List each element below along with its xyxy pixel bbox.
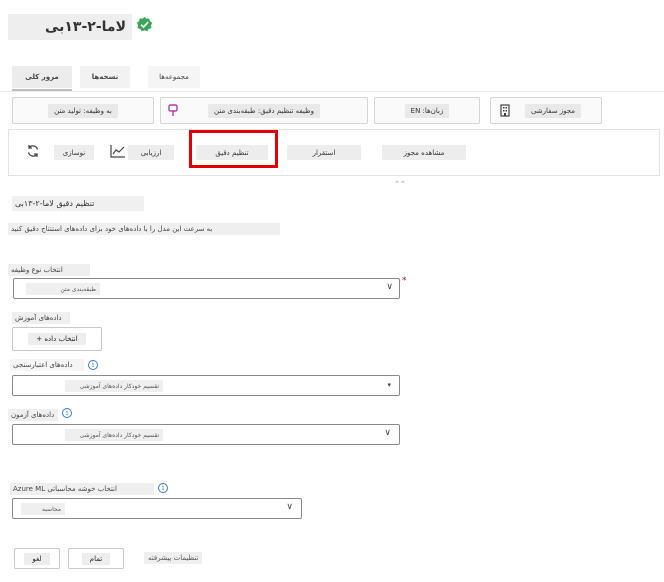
evaluate-button[interactable]: ارزیابی [128,145,174,160]
cancel-button[interactable]: لغو [14,548,60,569]
page-title: لاما-۲-۱۳بی [44,19,126,35]
required-asterisk: * [402,276,407,286]
info-icon[interactable]: i [62,408,72,418]
task-type-select[interactable]: طبقه‌بندی متن ∨ [13,278,400,299]
select-train-data-button[interactable]: + انتخاب داده [12,327,102,351]
plug-icon [168,104,178,116]
license-card: مجوز سفارشی [490,97,602,124]
chevron-down-icon: ▾ [387,381,391,389]
info-icon[interactable]: i [88,360,98,370]
building-icon [500,104,510,117]
deploy-button[interactable]: استقرار [287,145,361,160]
highlight-box [189,130,278,168]
compute-select[interactable]: محاسبه ∨ [12,498,302,519]
task-card: به وظیفه: تولید متن [12,97,154,124]
languages-card: زبان‌ها: EN [374,97,480,124]
refresh-button[interactable]: نوسازی [54,145,94,160]
test-data-select[interactable]: تقسیم خودکار داده‌های آموزشی ∨ [12,424,400,445]
test-data-label: داده‌های آزمون [8,409,58,421]
collapse-chevron-icon: ⌃⌃ [394,180,406,188]
train-data-label: داده‌های آموزش [12,312,70,324]
finish-button[interactable]: تمام [68,548,124,569]
verified-badge-icon [136,16,153,32]
tab-versions[interactable]: نسخه‌ها [80,66,130,88]
refresh-icon[interactable] [26,144,40,158]
advanced-settings-link[interactable]: تنظیمات پیشرفته [144,552,203,564]
compute-label: انتخاب خوشه محاسباتی Azure ML [10,483,154,495]
form-description: به سرعت این مدل را با داده‌های خود برای … [8,223,280,235]
chevron-down-icon: ∨ [386,282,393,292]
info-icon[interactable]: i [158,483,168,493]
view-license-button[interactable]: مشاهده مجوز [382,145,466,160]
validation-select[interactable]: تقسیم خودکار داده‌های آموزشی ▾ [12,375,400,396]
divider [0,91,664,92]
finetune-task-card: وظیفه تنظیم دقیق: طبقه‌بندی متن [160,97,368,124]
validation-label: داده‌های اعتبارسنجی [10,359,84,371]
chevron-down-icon: ∨ [384,428,391,438]
task-type-label: انتخاب نوع وظیفه [8,264,90,276]
tab-collections[interactable]: مجموعه‌ها [148,66,200,88]
page-title-container: لاما-۲-۱۳بی [8,14,132,40]
chevron-down-icon: ∨ [286,502,293,512]
tab-overview[interactable]: مرور کلی [12,66,72,88]
form-title: تنظیم دقیق لاما-۲-۱۳بی [12,196,144,211]
chart-icon [110,145,125,158]
